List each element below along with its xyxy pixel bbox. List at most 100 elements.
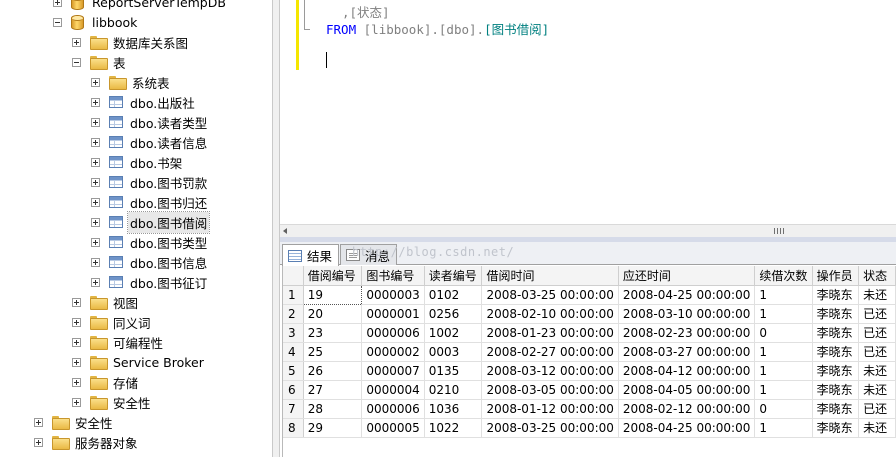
column-header[interactable]: 借阅时间 (481, 266, 619, 286)
collapse-icon[interactable] (53, 17, 62, 27)
table-row[interactable]: 7 28 0000006 1036 2008-01-12 00:00:00 2008-02… (283, 399, 896, 419)
table-cell[interactable]: 0135 (424, 361, 483, 381)
table-cell[interactable]: 0 (754, 399, 813, 419)
expand-icon[interactable] (72, 337, 81, 347)
expand-icon[interactable] (91, 217, 100, 227)
table-cell[interactable]: 0000006 (361, 399, 425, 419)
row-number[interactable]: 6 (283, 380, 304, 400)
tree-node[interactable]: Service Broker (72, 352, 206, 372)
tree-node[interactable]: 同义词 (72, 312, 153, 332)
expand-icon[interactable] (91, 157, 100, 167)
tree-node[interactable]: dbo.图书征订 (91, 272, 209, 292)
table-cell[interactable]: 李晓东 (812, 323, 860, 343)
table-cell[interactable]: 李晓东 (812, 304, 860, 324)
table-cell[interactable]: 2008-01-12 00:00:00 (481, 399, 619, 419)
table-cell[interactable]: 未还 (858, 285, 896, 305)
table-row[interactable]: 4 25 0000002 0003 2008-02-27 00:00:00 2008-03… (283, 342, 896, 362)
tree-node[interactable]: ReportServerTempDB (53, 0, 228, 12)
tree-node[interactable]: dbo.读者信息 (91, 132, 209, 152)
expand-icon[interactable] (72, 397, 81, 407)
column-header[interactable]: 应还时间 (618, 266, 756, 286)
expand-icon[interactable] (34, 417, 43, 427)
row-number[interactable]: 3 (283, 323, 304, 343)
expand-icon[interactable] (91, 77, 100, 87)
sql-editor[interactable]: ,[状态] FROM [libbook].[dbo].[图书借阅] (280, 0, 896, 224)
table-row[interactable]: 1 19 0000003 0102 2008-03-25 00:00:00 2008-04… (283, 284, 896, 305)
table-cell[interactable]: 2008-04-05 00:00:00 (618, 380, 756, 400)
table-cell[interactable]: 0210 (424, 380, 483, 400)
scroll-left-icon[interactable] (283, 228, 287, 234)
row-number[interactable]: 1 (283, 285, 304, 305)
table-cell[interactable]: 19 (302, 284, 363, 305)
table-cell[interactable]: 2008-04-12 00:00:00 (618, 361, 756, 381)
table-cell[interactable]: 25 (303, 342, 363, 362)
table-cell[interactable]: 0000001 (361, 304, 425, 324)
tree-node[interactable]: 表 (72, 52, 128, 72)
table-cell[interactable]: 1 (754, 418, 813, 438)
collapse-icon[interactable] (72, 57, 81, 67)
table-cell[interactable]: 0102 (424, 285, 483, 305)
table-cell[interactable]: 2008-03-10 00:00:00 (618, 304, 756, 324)
table-cell[interactable]: 1 (754, 361, 813, 381)
table-cell[interactable]: 未还 (858, 418, 896, 438)
table-row[interactable]: 3 23 0000006 1002 2008-01-23 00:00:00 2008-02… (283, 323, 896, 343)
editor-horizontal-scrollbar[interactable] (280, 224, 896, 237)
tree-node[interactable]: dbo.读者类型 (91, 112, 209, 132)
table-cell[interactable]: 已还 (858, 342, 896, 362)
tree-node[interactable]: 安全性 (34, 412, 115, 432)
table-cell[interactable]: 0000005 (361, 418, 425, 438)
table-cell[interactable]: 已还 (858, 304, 896, 324)
table-cell[interactable]: 未还 (858, 380, 896, 400)
expand-icon[interactable] (72, 317, 81, 327)
table-cell[interactable]: 1 (754, 342, 813, 362)
column-header[interactable]: 操作员 (812, 266, 860, 286)
tree-node[interactable]: 存储 (72, 372, 140, 392)
column-header[interactable]: 借阅编号 (303, 266, 363, 286)
table-cell[interactable]: 20 (303, 304, 363, 324)
table-cell[interactable]: 已还 (858, 399, 896, 419)
table-cell[interactable]: 2008-02-10 00:00:00 (481, 304, 619, 324)
column-header[interactable]: 续借次数 (754, 266, 813, 286)
table-cell[interactable]: 2008-02-23 00:00:00 (618, 323, 756, 343)
tree-node[interactable]: 系统表 (91, 72, 172, 92)
table-cell[interactable]: 李晓东 (812, 380, 860, 400)
table-cell[interactable]: 23 (303, 323, 363, 343)
table-row[interactable]: 5 26 0000007 0135 2008-03-12 00:00:00 2008-04… (283, 361, 896, 381)
tree-node[interactable]: 数据库关系图 (72, 32, 190, 52)
row-number[interactable]: 5 (283, 361, 304, 381)
table-cell[interactable]: 李晓东 (812, 418, 860, 438)
tree-node[interactable]: dbo.图书罚款 (91, 172, 209, 192)
table-cell[interactable]: 2008-03-25 00:00:00 (481, 285, 619, 305)
expand-icon[interactable] (91, 257, 100, 267)
tree-node[interactable]: 视图 (72, 292, 140, 312)
table-cell[interactable]: 2008-03-27 00:00:00 (618, 342, 756, 362)
tree-node[interactable]: dbo.图书借阅 (91, 210, 211, 234)
table-cell[interactable]: 2008-01-23 00:00:00 (481, 323, 619, 343)
row-number[interactable]: 2 (283, 304, 304, 324)
table-cell[interactable]: 2008-02-27 00:00:00 (481, 342, 619, 362)
expand-icon[interactable] (91, 277, 100, 287)
table-cell[interactable]: 0003 (424, 342, 483, 362)
table-cell[interactable]: 1 (754, 285, 813, 305)
tree-node[interactable]: dbo.图书信息 (91, 252, 209, 272)
tree-node[interactable]: libbook (53, 12, 139, 32)
scroll-grip-icon[interactable] (774, 228, 784, 234)
expand-icon[interactable] (34, 437, 43, 447)
table-cell[interactable]: 0 (754, 323, 813, 343)
table-cell[interactable]: 2008-03-05 00:00:00 (481, 380, 619, 400)
table-cell[interactable]: 已还 (858, 323, 896, 343)
expand-icon[interactable] (72, 377, 81, 387)
table-cell[interactable]: 0000007 (361, 361, 425, 381)
table-cell[interactable]: 2008-04-25 00:00:00 (618, 285, 756, 305)
table-cell[interactable]: 1002 (424, 323, 483, 343)
tree-node[interactable]: 可编程性 (72, 332, 165, 352)
table-cell[interactable]: 2008-02-12 00:00:00 (618, 399, 756, 419)
table-cell[interactable]: 2008-04-25 00:00:00 (618, 418, 756, 438)
expand-icon[interactable] (91, 137, 100, 147)
table-cell[interactable]: 1 (754, 304, 813, 324)
table-cell[interactable]: 未还 (858, 361, 896, 381)
table-cell[interactable]: 0000006 (361, 323, 425, 343)
expand-icon[interactable] (53, 0, 62, 7)
table-row[interactable]: 2 20 0000001 0256 2008-02-10 00:00:00 2008-03… (283, 304, 896, 324)
table-row[interactable]: 6 27 0000004 0210 2008-03-05 00:00:00 2008-04… (283, 380, 896, 400)
